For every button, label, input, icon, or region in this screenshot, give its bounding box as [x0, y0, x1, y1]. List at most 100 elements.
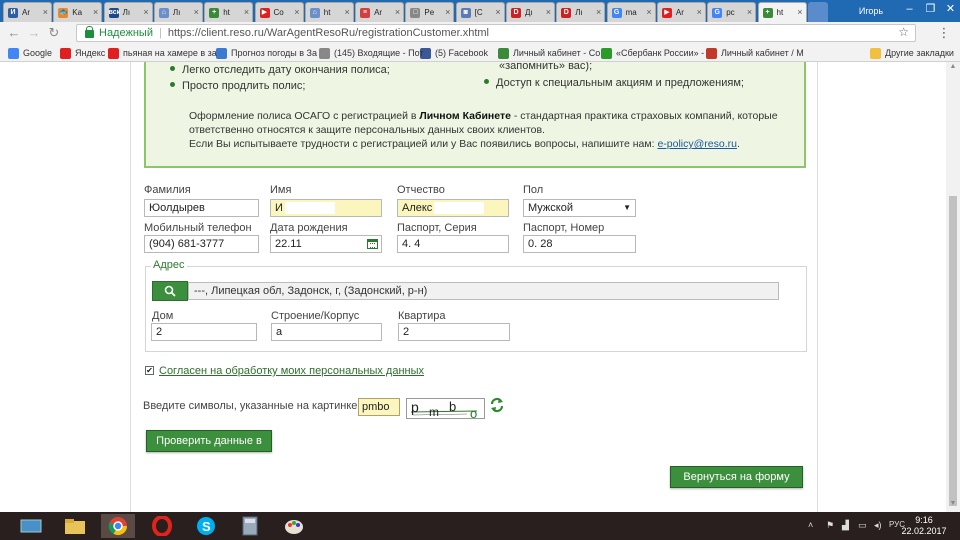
tab-close-icon[interactable]: ×	[244, 7, 249, 17]
browser-tab[interactable]: И Ar ×	[3, 2, 52, 22]
bookmark-favicon-icon	[8, 47, 19, 59]
dropdown-arrow-icon: ▼	[623, 203, 631, 212]
opera-icon[interactable]	[145, 514, 179, 538]
profile-user-name[interactable]: Игорь	[846, 3, 896, 19]
browser-tab[interactable]: 🐟 Ka ×	[53, 2, 103, 22]
benefit-text-cont: «запомнить» вас);	[499, 62, 593, 72]
building-input[interactable]: а	[271, 323, 382, 341]
browser-tab[interactable]: ⌂ Лı ×	[153, 2, 203, 22]
browser-tab[interactable]: ◙ [C ×	[455, 2, 505, 22]
dob-input[interactable]: 22.11	[270, 235, 382, 253]
tab-close-icon[interactable]: ×	[596, 7, 601, 17]
flag-icon[interactable]: ⚑	[826, 520, 834, 531]
captcha-input[interactable]: pmbo	[358, 398, 400, 416]
menu-icon[interactable]: ⋮	[936, 25, 952, 41]
volume-icon[interactable]: ◂)	[874, 520, 882, 531]
tab-close-icon[interactable]: ×	[43, 7, 48, 17]
passport-number-input[interactable]: 0. 28	[523, 235, 636, 253]
chrome-icon[interactable]	[101, 514, 135, 538]
file-explorer-icon[interactable]	[58, 514, 92, 538]
calendar-icon[interactable]	[367, 239, 378, 249]
tab-close-icon[interactable]: ×	[445, 7, 450, 17]
tab-close-icon[interactable]: ×	[93, 7, 98, 17]
reload-icon[interactable]: ↻	[46, 25, 62, 41]
tab-close-icon[interactable]: ×	[345, 7, 350, 17]
patronymic-input[interactable]: Алекс	[397, 199, 509, 217]
skype-icon[interactable]: S	[189, 514, 223, 538]
browser-tab[interactable]: Gpc ×	[707, 2, 757, 22]
benefit-item: Легко отследить дату окончания полиса;	[170, 64, 390, 76]
phone-input[interactable]: (904) 681-3777	[144, 235, 259, 253]
bookmark-item[interactable]: (5) Facebook	[420, 46, 488, 60]
tray-up-arrow-icon[interactable]: ˄	[808, 520, 813, 530]
tab-close-icon[interactable]: ×	[395, 7, 400, 17]
browser-tab[interactable]: + ht ×	[204, 2, 254, 22]
bookmark-item[interactable]: пьяная на хамере в за	[108, 46, 217, 60]
address-input[interactable]: ---, Липецкая обл, Задонск, г, (Задонски…	[188, 282, 779, 300]
tab-close-icon[interactable]: ×	[495, 7, 500, 17]
browser-tab[interactable]: ≡ Ar ×	[355, 2, 405, 22]
tab-close-icon[interactable]: ×	[143, 7, 148, 17]
bookmark-item[interactable]: Прогноз погоды в За	[216, 46, 317, 60]
consent-link[interactable]: Согласен на обработку моих персональных …	[159, 365, 424, 377]
bookmark-item[interactable]: (145) Входящие - Пот	[319, 46, 424, 60]
other-bookmarks[interactable]: Другие закладки	[870, 46, 954, 60]
tab-close-icon[interactable]: ×	[697, 7, 702, 17]
tab-close-icon[interactable]: ×	[646, 7, 651, 17]
browser-tab[interactable]: □ Pe ×	[405, 2, 455, 22]
forward-icon[interactable]: →	[26, 25, 42, 41]
bookmark-item[interactable]: Личный кабинет / М	[706, 46, 804, 60]
captcha-refresh-icon[interactable]	[490, 397, 504, 416]
browser-tab[interactable]: ⌂ ht ×	[304, 2, 354, 22]
bullet-icon	[484, 79, 489, 84]
consent-checkbox[interactable]: ✔	[145, 366, 154, 375]
bookmark-item[interactable]: «Сбербанк России» -	[601, 46, 704, 60]
battery-icon[interactable]: ▭	[858, 520, 867, 531]
bookmark-item[interactable]: Яндекс	[60, 46, 105, 60]
url-text[interactable]: https://client.reso.ru/WarAgentResoRu/re…	[168, 27, 489, 39]
bookmark-item[interactable]: Google	[8, 46, 52, 60]
tab-title: pc	[726, 8, 735, 17]
check-rsa-button[interactable]: Проверить данные в РСА	[146, 430, 272, 467]
browser-tab[interactable]: Gma ×	[606, 2, 656, 22]
back-to-login-button[interactable]: Вернуться на форму входа	[670, 466, 803, 503]
page-scrollbar[interactable]: ▲ ▼	[946, 62, 960, 512]
minimize-icon[interactable]: –	[899, 0, 920, 18]
scroll-down-icon[interactable]: ▼	[949, 500, 957, 510]
address-search-button[interactable]	[152, 281, 188, 301]
paint-icon[interactable]	[277, 514, 311, 538]
gender-select[interactable]: Мужской ▼	[523, 199, 636, 217]
surname-input[interactable]: Юолдырев	[144, 199, 259, 217]
browser-tab[interactable]: D Лı ×	[556, 2, 606, 22]
tab-close-icon[interactable]: ×	[797, 7, 802, 17]
task-view-icon[interactable]	[14, 514, 48, 538]
bookmark-item[interactable]: Личный кабинет - Со	[498, 46, 600, 60]
calculator-icon[interactable]	[233, 514, 267, 538]
taskbar-clock[interactable]: 9:16 22.02.2017	[898, 515, 950, 537]
new-tab-button[interactable]	[807, 2, 828, 22]
passport-series-input[interactable]: 4. 4	[397, 235, 509, 253]
bookmark-star-icon[interactable]: ☆	[898, 25, 909, 39]
maximize-icon[interactable]: ❐	[920, 0, 941, 18]
browser-tab[interactable]: ▶ Ar ×	[656, 2, 706, 22]
browser-tab[interactable]: + ht ×	[757, 2, 807, 22]
tab-close-icon[interactable]: ×	[747, 7, 752, 17]
browser-tab[interactable]: D Дı ×	[506, 2, 555, 22]
tab-close-icon[interactable]: ×	[546, 7, 551, 17]
tab-close-icon[interactable]: ×	[194, 7, 199, 17]
support-email-link[interactable]: e-policy@reso.ru	[657, 138, 737, 150]
network-icon[interactable]: ▟	[842, 520, 849, 531]
bookmark-label: Google	[23, 48, 53, 58]
tab-favicon-icon: +	[209, 7, 220, 18]
browser-tab[interactable]: вск Лı ×	[103, 2, 153, 22]
address-bar[interactable]: Надежный | https://client.reso.ru/WarAge…	[76, 24, 916, 42]
tab-close-icon[interactable]: ×	[294, 7, 299, 17]
scroll-thumb[interactable]	[949, 196, 957, 506]
flat-input[interactable]: 2	[398, 323, 510, 341]
name-input[interactable]: И	[270, 199, 382, 217]
browser-tab[interactable]: ▶ Co ×	[254, 2, 304, 22]
close-window-icon[interactable]: ✕	[940, 0, 960, 18]
house-input[interactable]: 2	[151, 323, 257, 341]
back-icon[interactable]: ←	[6, 25, 22, 41]
scroll-up-icon[interactable]: ▲	[949, 63, 957, 73]
